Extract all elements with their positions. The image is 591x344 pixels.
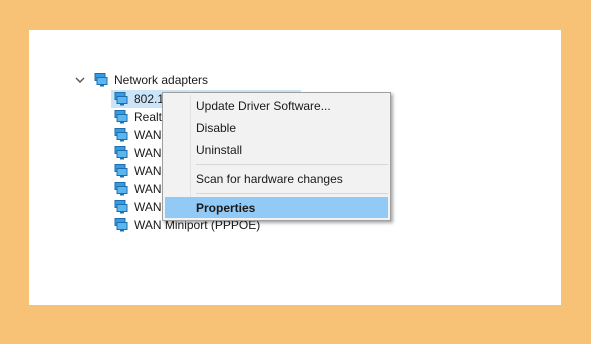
adapter-label: 802.1 bbox=[134, 92, 165, 106]
menu-separator bbox=[196, 164, 388, 165]
adapter-item[interactable]: WAN bbox=[111, 162, 162, 180]
network-adapter-icon bbox=[114, 182, 128, 196]
network-adapter-icon bbox=[114, 164, 128, 178]
adapter-item[interactable]: WAN bbox=[111, 126, 162, 144]
network-adapter-icon bbox=[114, 200, 128, 214]
network-adapter-icon bbox=[114, 128, 128, 142]
menu-item-properties[interactable]: Properties bbox=[165, 197, 388, 218]
adapter-label: WAN bbox=[134, 128, 162, 142]
adapter-label: WAN bbox=[134, 146, 162, 160]
adapter-item[interactable]: WAN bbox=[111, 144, 162, 162]
adapter-label: WAN bbox=[134, 182, 162, 196]
adapter-label: WAN bbox=[134, 164, 162, 178]
network-adapter-icon bbox=[114, 92, 128, 106]
menu-separator bbox=[196, 193, 388, 194]
network-adapter-icon bbox=[114, 218, 128, 232]
network-adapter-icon bbox=[114, 110, 128, 124]
category-label: Network adapters bbox=[114, 73, 209, 87]
category-network-adapters[interactable]: Network adapters bbox=[73, 71, 208, 89]
chevron-down-icon[interactable] bbox=[73, 73, 87, 87]
menu-item-scan-hardware[interactable]: Scan for hardware changes bbox=[165, 168, 388, 189]
adapter-item[interactable]: Realte bbox=[111, 108, 169, 126]
network-adapter-icon bbox=[94, 73, 108, 87]
adapter-label: WAN bbox=[134, 200, 162, 214]
menu-item-update-driver[interactable]: Update Driver Software... bbox=[165, 95, 388, 116]
network-adapter-icon bbox=[114, 146, 128, 160]
adapter-item[interactable]: WAN bbox=[111, 198, 162, 216]
menu-item-uninstall[interactable]: Uninstall bbox=[165, 139, 388, 160]
adapter-item[interactable]: WAN bbox=[111, 180, 162, 198]
menu-item-disable[interactable]: Disable bbox=[165, 117, 388, 138]
context-menu: Update Driver Software... Disable Uninst… bbox=[162, 92, 391, 221]
